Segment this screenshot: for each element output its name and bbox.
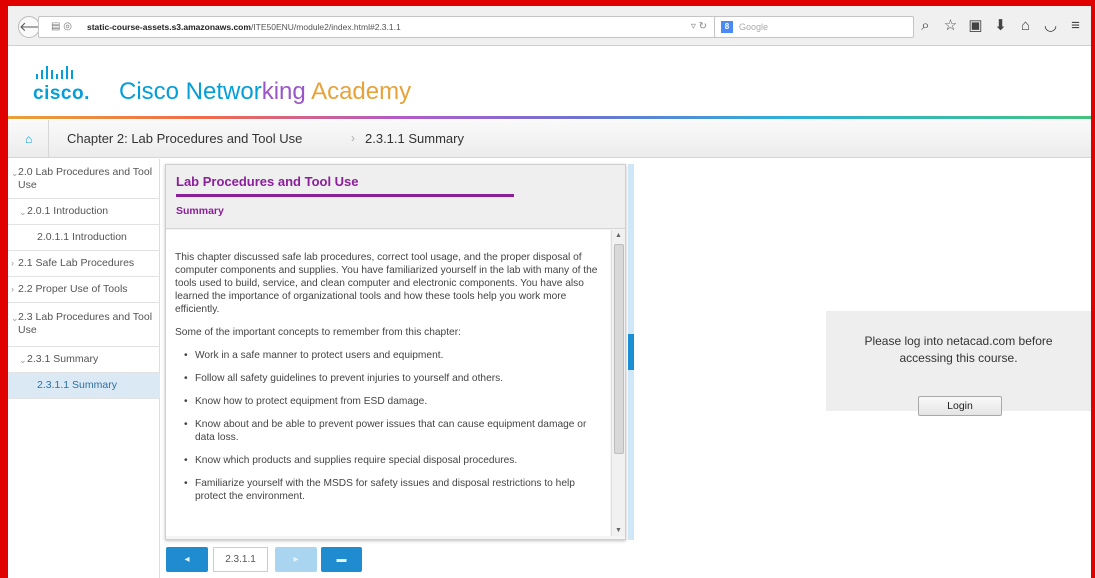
browser-toolbar: 🡐 ▤ ◎ static-course-assets.s3.amazonaws.… bbox=[8, 6, 1091, 46]
concepts-intro: Some of the important concepts to rememb… bbox=[175, 327, 461, 338]
scroll-thumb[interactable] bbox=[614, 244, 624, 454]
search-icon[interactable]: ⌕ bbox=[913, 14, 938, 38]
sidebar-item-2-3-1[interactable]: ⌄ 2.3.1 Summary bbox=[8, 347, 160, 373]
login-message-line-2: accessing this course. bbox=[899, 351, 1018, 365]
sidebar-item-2-2[interactable]: › 2.2 Proper Use of Tools bbox=[8, 277, 160, 303]
login-button[interactable]: Login bbox=[918, 396, 1002, 416]
sidebar-item-2-3[interactable]: ⌄ 2.3 Lab Procedures and Tool Use bbox=[8, 303, 160, 347]
content-panel: Lab Procedures and Tool Use Summary This… bbox=[165, 164, 626, 540]
sidebar-item-label: 2.0.1 Introduction bbox=[27, 205, 109, 217]
header-divider bbox=[8, 116, 1091, 119]
list-item: Work in a safe manner to protect users a… bbox=[175, 349, 602, 362]
breadcrumb-divider bbox=[48, 120, 49, 158]
chevron-right-icon: › bbox=[11, 258, 14, 268]
list-item: Know which products and supplies require… bbox=[175, 454, 602, 467]
page-subtitle: Summary bbox=[176, 205, 224, 217]
cisco-logo-text: cisco. bbox=[33, 83, 90, 104]
title-underline bbox=[176, 194, 514, 197]
academy-title[interactable]: Cisco Networking Academy bbox=[119, 78, 411, 106]
left-arrow-icon: ◂ bbox=[184, 554, 190, 565]
menu-bars-icon: ▬ bbox=[336, 554, 347, 565]
sidebar-item-label: 2.3.1.1 Summary bbox=[37, 379, 117, 391]
sidebar-item-label: 2.0 Lab Procedures and Tool Use bbox=[18, 166, 153, 191]
list-item: Familiarize yourself with the MSDS for s… bbox=[175, 477, 602, 503]
list-item: Know about and be able to prevent power … bbox=[175, 418, 602, 444]
list-item: Follow all safety guidelines to prevent … bbox=[175, 372, 602, 385]
breadcrumb-separator: › bbox=[351, 131, 355, 145]
chevron-down-icon: ⌄ bbox=[19, 355, 27, 365]
next-page-button[interactable]: ▸ bbox=[275, 547, 317, 572]
search-placeholder: Google bbox=[739, 22, 769, 32]
search-engine-icon[interactable]: 8 bbox=[721, 21, 733, 33]
search-input[interactable]: 8 Google bbox=[714, 16, 914, 38]
sidebar-item-label: 2.0.1.1 Introduction bbox=[37, 231, 127, 243]
chevron-right-icon: › bbox=[11, 284, 14, 294]
scroll-up-arrow-icon[interactable]: ▲ bbox=[615, 232, 622, 239]
login-notice: Please log into netacad.com before acces… bbox=[826, 311, 1091, 416]
intro-paragraph: This chapter discussed safe lab procedur… bbox=[175, 252, 598, 315]
breadcrumb-chapter[interactable]: Chapter 2: Lab Procedures and Tool Use bbox=[67, 131, 302, 146]
content-body[interactable]: This chapter discussed safe lab procedur… bbox=[166, 230, 610, 536]
reading-list-icon[interactable]: ▣ bbox=[963, 14, 988, 38]
sidebar-item-label: 2.3 Lab Procedures and Tool Use bbox=[18, 311, 153, 336]
course-navigation: ⌄ 2.0 Lab Procedures and Tool Use ⌄ 2.0.… bbox=[8, 159, 160, 578]
site-identity-icon[interactable]: ▤ ◎ bbox=[51, 21, 72, 32]
scroll-down-arrow-icon[interactable]: ▼ bbox=[615, 527, 622, 534]
page-number: 2.3.1.1 bbox=[213, 547, 268, 572]
toolbar-icons: ⌕ ☆ ▣ ⬇ ⌂ ◡ ≡ bbox=[913, 14, 1088, 38]
sidebar-item-2-0-1[interactable]: ⌄ 2.0.1 Introduction bbox=[8, 199, 160, 225]
login-message-line-1: Please log into netacad.com before bbox=[864, 334, 1053, 348]
page-title: Lab Procedures and Tool Use bbox=[176, 174, 359, 189]
cisco-logo-icon[interactable] bbox=[35, 65, 75, 81]
sidebar-item-label: 2.1 Safe Lab Procedures bbox=[18, 257, 135, 269]
right-arrow-icon: ▸ bbox=[293, 554, 299, 565]
concepts-list: Work in a safe manner to protect users a… bbox=[175, 349, 602, 503]
panel-header: Lab Procedures and Tool Use Summary bbox=[166, 165, 625, 229]
sidebar-item-2-1[interactable]: › 2.1 Safe Lab Procedures bbox=[8, 251, 160, 277]
menu-icon[interactable]: ≡ bbox=[1063, 14, 1088, 38]
breadcrumb: ⌂ Chapter 2: Lab Procedures and Tool Use… bbox=[8, 120, 1091, 158]
login-message: Please log into netacad.com before acces… bbox=[826, 333, 1091, 367]
bookmark-star-icon[interactable]: ☆ bbox=[938, 14, 963, 38]
content-scrollbar[interactable]: ▲ ▼ bbox=[611, 230, 625, 536]
pocket-icon[interactable]: ◡ bbox=[1038, 14, 1063, 38]
back-arrow-icon[interactable]: 🡐 bbox=[18, 16, 54, 38]
site-header: cisco. Cisco Networking Academy bbox=[8, 47, 1091, 119]
chevron-down-icon: ⌄ bbox=[19, 207, 27, 217]
list-item: Know how to protect equipment from ESD d… bbox=[175, 395, 602, 408]
previous-page-button[interactable]: ◂ bbox=[166, 547, 208, 572]
address-text[interactable]: static-course-assets.s3.amazonaws.com/IT… bbox=[87, 22, 401, 32]
reload-icon[interactable]: ▿ ↻ bbox=[691, 21, 707, 32]
sidebar-item-label: 2.2 Proper Use of Tools bbox=[18, 283, 128, 295]
home-icon[interactable]: ⌂ bbox=[1013, 14, 1038, 38]
download-icon[interactable]: ⬇ bbox=[988, 14, 1013, 38]
address-bar[interactable]: ▤ ◎ static-course-assets.s3.amazonaws.co… bbox=[38, 16, 718, 38]
breadcrumb-page: 2.3.1.1 Summary bbox=[365, 131, 464, 146]
home-icon[interactable]: ⌂ bbox=[25, 132, 32, 146]
sidebar-item-2-0[interactable]: ⌄ 2.0 Lab Procedures and Tool Use bbox=[8, 159, 160, 199]
page-scroll-handle[interactable] bbox=[628, 334, 634, 370]
sidebar-item-2-3-1-1[interactable]: 2.3.1.1 Summary bbox=[8, 373, 160, 399]
sidebar-item-label: 2.3.1 Summary bbox=[27, 353, 99, 365]
sidebar-item-2-0-1-1[interactable]: 2.0.1.1 Introduction bbox=[8, 225, 160, 251]
menu-button[interactable]: ▬ bbox=[321, 547, 362, 572]
